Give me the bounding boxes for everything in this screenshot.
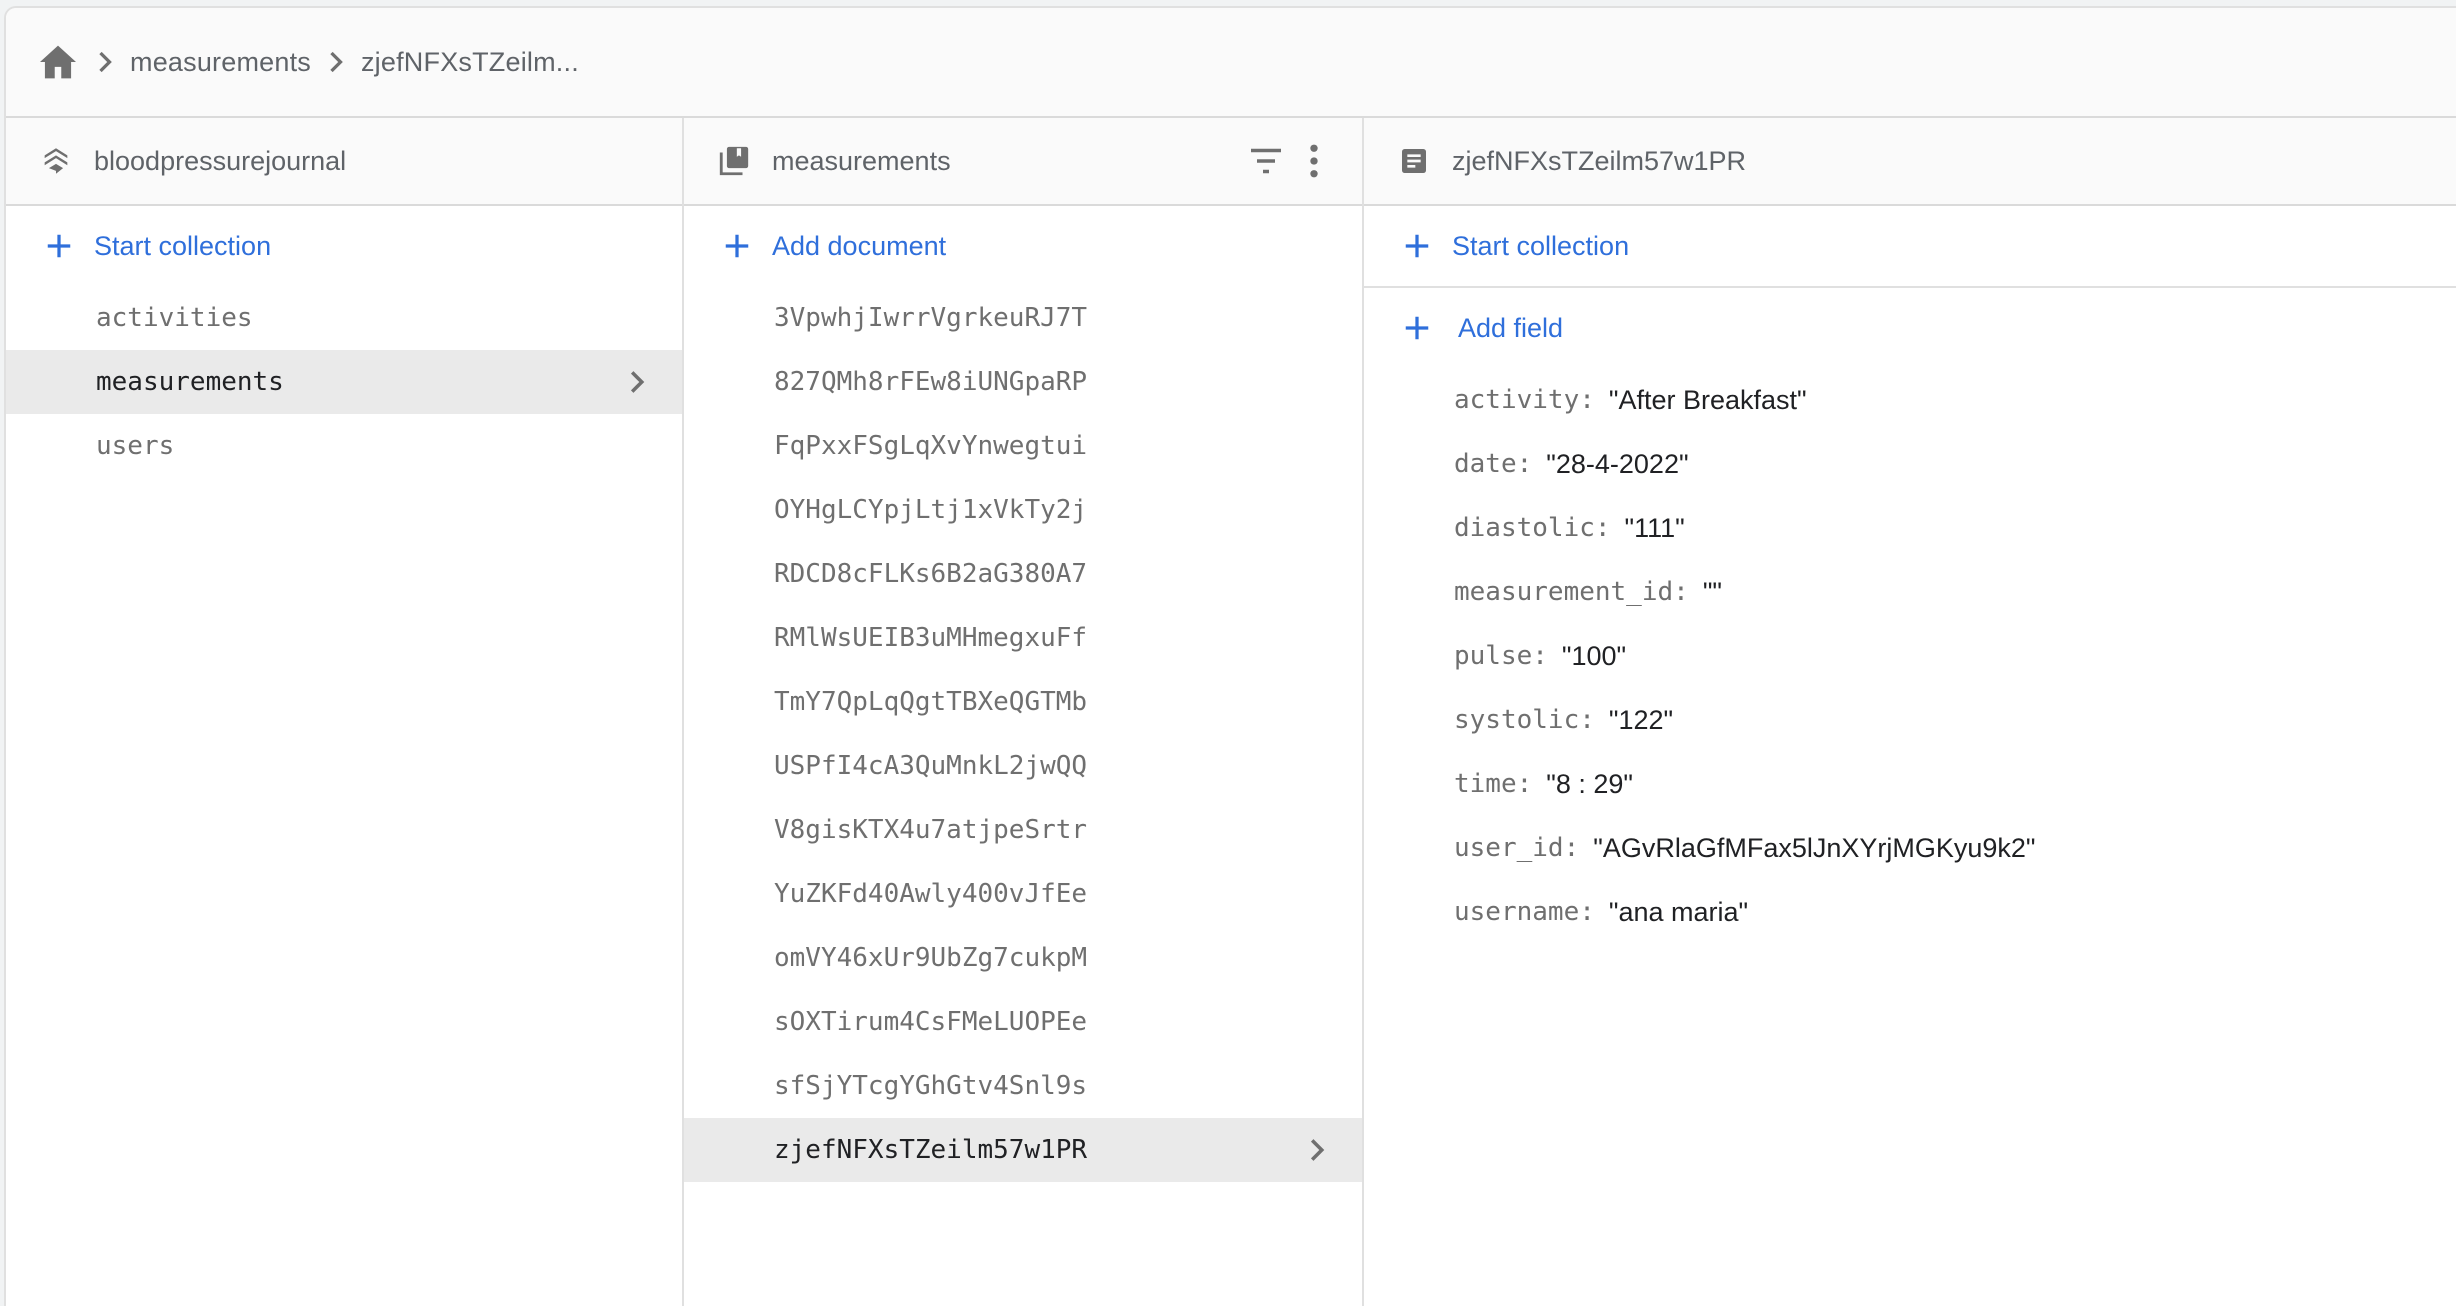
document-item[interactable]: RMlWsUEIB3uMHmegxuFf: [684, 606, 1362, 670]
more-vert-icon[interactable]: [1290, 137, 1338, 185]
document-item[interactable]: sOXTirum4CsFMeLUOPEe: [684, 990, 1362, 1054]
document-item-label: OYHgLCYpjLtj1xVkTy2j: [774, 495, 1088, 525]
document-item-label: sfSjYTcgYGhGtv4Snl9s: [774, 1071, 1088, 1101]
field-list: activity: "After Breakfast" date: "28-4-202…: [1364, 368, 2456, 944]
document-item-label: 827QMh8rFEw8iUNGpaRP: [774, 367, 1088, 397]
document-item-label: TmY7QpLqQgtTBXeQGTMb: [774, 687, 1088, 717]
collection-item-label: activities: [96, 303, 253, 333]
plus-icon: [1405, 316, 1429, 340]
field-key: user_id:: [1454, 833, 1580, 863]
collection-icon: [714, 141, 754, 181]
document-item[interactable]: zjefNFXsTZeilm57w1PR: [684, 1118, 1362, 1182]
plus-icon: [1405, 234, 1429, 258]
project-title: bloodpressurejournal: [94, 145, 347, 176]
field-value: "": [1702, 576, 1722, 607]
root-panel-header: bloodpressurejournal: [6, 118, 682, 206]
breadcrumb-document[interactable]: zjefNFXsTZeilm...: [361, 47, 579, 78]
field-value: "ana maria": [1608, 896, 1749, 927]
collection-panel: measurements Add document 3VpwhjIwrrVgrk…: [684, 118, 1364, 1306]
collection-item[interactable]: measurements: [6, 350, 682, 414]
document-item[interactable]: YuZKFd40Awly400vJfEe: [684, 862, 1362, 926]
collection-item-label: measurements: [96, 367, 284, 397]
firestore-data-viewer: measurements zjefNFXsTZeilm... bloodpres…: [4, 6, 2456, 1306]
collection-panel-header: measurements: [684, 118, 1362, 206]
start-subcollection-button[interactable]: Start collection: [1364, 206, 2456, 288]
breadcrumb-collection[interactable]: measurements: [130, 47, 311, 78]
add-field-label: Add field: [1458, 312, 1564, 343]
document-item-label: USPfI4cA3QuMnkL2jwQQ: [774, 751, 1088, 781]
document-panel: zjefNFXsTZeilm57w1PR Start collection Ad…: [1364, 118, 2456, 1306]
add-document-button[interactable]: Add document: [684, 206, 1362, 286]
document-list: 3VpwhjIwrrVgrkeuRJ7T 827QMh8rFEw8iUNGpaRP…: [684, 286, 1362, 1182]
start-collection-label: Start collection: [94, 230, 272, 261]
document-panel-header: zjefNFXsTZeilm57w1PR: [1364, 118, 2456, 206]
plus-icon: [725, 234, 749, 258]
add-field-button[interactable]: Add field: [1364, 288, 2456, 368]
document-item[interactable]: 3VpwhjIwrrVgrkeuRJ7T: [684, 286, 1362, 350]
collection-item[interactable]: users: [6, 414, 682, 478]
field-key: systolic:: [1454, 705, 1595, 735]
firestore-database-icon: [36, 141, 76, 181]
collection-item-label: users: [96, 431, 175, 461]
filter-icon[interactable]: [1242, 137, 1290, 185]
field-key: time:: [1454, 769, 1533, 799]
field-row[interactable]: diastolic: "111": [1364, 496, 2456, 560]
collection-item[interactable]: activities: [6, 286, 682, 350]
document-item[interactable]: RDCD8cFLKs6B2aG380A7: [684, 542, 1362, 606]
breadcrumb: measurements zjefNFXsTZeilm...: [6, 8, 2456, 118]
field-row[interactable]: time: "8 : 29": [1364, 752, 2456, 816]
document-item[interactable]: TmY7QpLqQgtTBXeQGTMb: [684, 670, 1362, 734]
field-key: activity:: [1454, 385, 1595, 415]
field-value: "100": [1561, 640, 1627, 671]
document-icon: [1394, 141, 1434, 181]
document-item[interactable]: V8gisKTX4u7atjpeSrtr: [684, 798, 1362, 862]
field-row[interactable]: activity: "After Breakfast": [1364, 368, 2456, 432]
document-item[interactable]: 827QMh8rFEw8iUNGpaRP: [684, 350, 1362, 414]
field-row[interactable]: measurement_id: "": [1364, 560, 2456, 624]
field-row[interactable]: username: "ana maria": [1364, 880, 2456, 944]
field-row[interactable]: pulse: "100": [1364, 624, 2456, 688]
start-collection-label: Start collection: [1452, 230, 1630, 261]
field-value: "8 : 29": [1546, 768, 1634, 799]
document-item[interactable]: USPfI4cA3QuMnkL2jwQQ: [684, 734, 1362, 798]
document-item-label: omVY46xUr9UbZg7cukpM: [774, 943, 1088, 973]
plus-icon: [47, 234, 71, 258]
document-item-label: FqPxxFSgLqXvYnwegtui: [774, 431, 1088, 461]
field-value: "AGvRlaGfMFax5lJnXYrjMGKyu9k2": [1593, 832, 2036, 863]
home-icon[interactable]: [36, 42, 80, 82]
collection-title: measurements: [772, 145, 951, 176]
document-item-label: zjefNFXsTZeilm57w1PR: [774, 1135, 1088, 1165]
chevron-right-icon: [311, 50, 361, 74]
collection-list: activities measurements users: [6, 286, 682, 478]
field-value: "122": [1608, 704, 1674, 735]
document-item-label: RDCD8cFLKs6B2aG380A7: [774, 559, 1088, 589]
document-item-label: V8gisKTX4u7atjpeSrtr: [774, 815, 1088, 845]
field-key: measurement_id:: [1454, 577, 1689, 607]
document-item-label: YuZKFd40Awly400vJfEe: [774, 879, 1088, 909]
document-item[interactable]: FqPxxFSgLqXvYnwegtui: [684, 414, 1362, 478]
document-item-label: RMlWsUEIB3uMHmegxuFf: [774, 623, 1088, 653]
field-row[interactable]: date: "28-4-2022": [1364, 432, 2456, 496]
chevron-right-icon: [1302, 1137, 1332, 1163]
field-key: username:: [1454, 897, 1595, 927]
root-panel: bloodpressurejournal Start collection ac…: [6, 118, 684, 1306]
document-item[interactable]: omVY46xUr9UbZg7cukpM: [684, 926, 1362, 990]
field-key: diastolic:: [1454, 513, 1611, 543]
field-key: pulse:: [1454, 641, 1548, 671]
field-row[interactable]: systolic: "122": [1364, 688, 2456, 752]
field-row[interactable]: user_id: "AGvRlaGfMFax5lJnXYrjMGKyu9k2": [1364, 816, 2456, 880]
field-key: date:: [1454, 449, 1533, 479]
chevron-right-icon: [80, 50, 130, 74]
chevron-right-icon: [622, 369, 652, 395]
document-title: zjefNFXsTZeilm57w1PR: [1452, 145, 1747, 176]
start-collection-button[interactable]: Start collection: [6, 206, 682, 286]
document-item-label: 3VpwhjIwrrVgrkeuRJ7T: [774, 303, 1088, 333]
add-document-label: Add document: [772, 230, 947, 261]
field-value: "28-4-2022": [1546, 448, 1689, 479]
field-value: "111": [1624, 512, 1685, 543]
document-item-label: sOXTirum4CsFMeLUOPEe: [774, 1007, 1088, 1037]
field-value: "After Breakfast": [1608, 384, 1807, 415]
document-item[interactable]: OYHgLCYpjLtj1xVkTy2j: [684, 478, 1362, 542]
document-item[interactable]: sfSjYTcgYGhGtv4Snl9s: [684, 1054, 1362, 1118]
